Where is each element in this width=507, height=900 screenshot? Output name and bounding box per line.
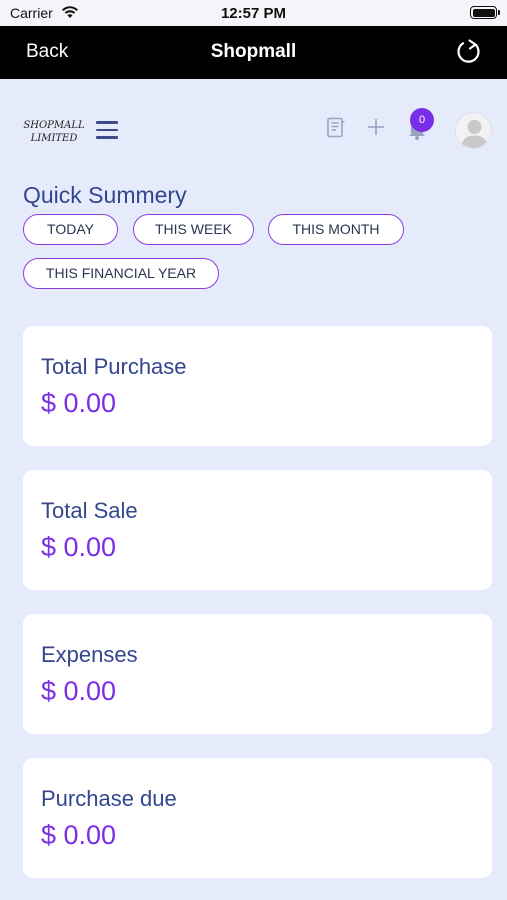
refresh-icon[interactable] bbox=[455, 37, 483, 67]
avatar[interactable] bbox=[455, 112, 492, 149]
card-expenses[interactable]: Expenses $ 0.00 bbox=[23, 614, 492, 734]
document-icon[interactable] bbox=[326, 117, 346, 139]
plus-icon[interactable] bbox=[366, 117, 386, 137]
nav-bar: Back Shopmall bbox=[0, 26, 507, 79]
filter-this-financial-year-button[interactable]: THIS FINANCIAL YEAR bbox=[23, 258, 219, 289]
filter-today-button[interactable]: TODAY bbox=[23, 214, 118, 245]
card-purchase-due[interactable]: Purchase due $ 0.00 bbox=[23, 758, 492, 878]
card-value: $ 0.00 bbox=[41, 820, 117, 850]
battery-icon bbox=[470, 6, 500, 19]
card-value: $ 0.00 bbox=[41, 388, 117, 418]
clock: 12:57 PM bbox=[220, 5, 287, 22]
card-label: Total Purchase bbox=[41, 354, 187, 379]
company-logo: SHOPMALL LIMITED bbox=[22, 119, 86, 145]
card-label: Expenses bbox=[41, 642, 138, 667]
card-value: $ 0.00 bbox=[41, 676, 117, 706]
section-title: Quick Summery bbox=[23, 182, 187, 208]
status-bar: Carrier 12:57 PM bbox=[0, 0, 507, 26]
app-header: SHOPMALL LIMITED 0 bbox=[0, 79, 507, 179]
card-total-purchase[interactable]: Total Purchase $ 0.00 bbox=[23, 326, 492, 446]
card-label: Purchase due bbox=[41, 786, 177, 811]
page-title: Shopmall bbox=[210, 41, 297, 62]
logo-line-2: LIMITED bbox=[30, 133, 78, 144]
card-total-sale[interactable]: Total Sale $ 0.00 bbox=[23, 470, 492, 590]
user-icon bbox=[456, 113, 491, 148]
notification-badge: 0 bbox=[410, 108, 434, 132]
hamburger-menu-icon[interactable] bbox=[96, 121, 118, 139]
card-value: $ 0.00 bbox=[41, 532, 117, 562]
logo-line-1: SHOPMALL bbox=[23, 120, 85, 131]
card-label: Total Sale bbox=[41, 498, 138, 523]
filter-this-month-button[interactable]: THIS MONTH bbox=[268, 214, 404, 245]
filter-this-week-button[interactable]: THIS WEEK bbox=[133, 214, 254, 245]
